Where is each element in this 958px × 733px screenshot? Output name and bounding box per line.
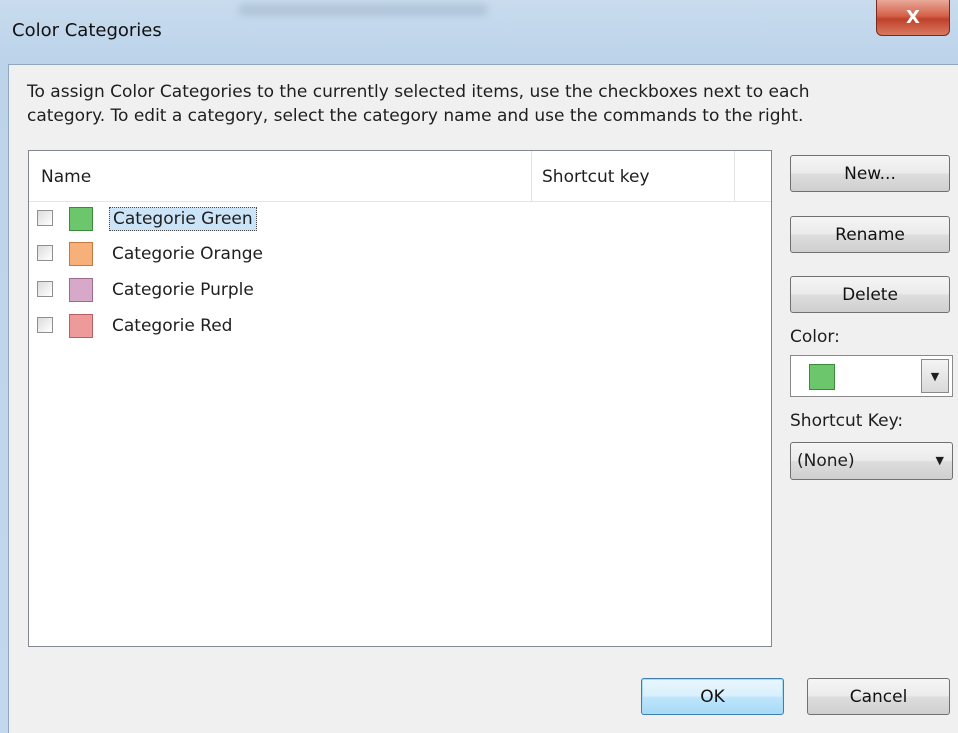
list-item[interactable]: Categorie Green <box>37 204 737 234</box>
color-swatch <box>69 278 93 302</box>
category-name[interactable]: Categorie Green <box>109 207 257 231</box>
list-item[interactable]: Categorie Red <box>37 311 737 341</box>
color-swatch <box>69 207 93 231</box>
color-dropdown-button[interactable]: ▼ <box>921 359 949 393</box>
shortcut-key-value: (None) <box>797 451 855 471</box>
list-header: Name Shortcut key <box>29 151 771 202</box>
instructions-line-1: To assign Color Categories to the curren… <box>27 82 810 102</box>
color-picker[interactable]: ▼ <box>790 355 953 397</box>
chevron-down-icon: ▼ <box>930 369 940 383</box>
cancel-button[interactable]: Cancel <box>807 678 950 715</box>
dialog-body: To assign Color Categories to the curren… <box>8 64 958 733</box>
category-name[interactable]: Categorie Orange <box>109 242 266 266</box>
category-checkbox[interactable] <box>37 281 53 297</box>
shortcut-key-select[interactable]: (None) ▼ <box>790 442 953 480</box>
color-label: Color: <box>790 327 840 347</box>
rename-button[interactable]: Rename <box>790 216 950 253</box>
category-checkbox[interactable] <box>37 210 53 226</box>
close-button[interactable]: X <box>876 0 950 36</box>
list-item[interactable]: Categorie Orange <box>37 239 737 269</box>
delete-button[interactable]: Delete <box>790 276 950 313</box>
column-header-shortcut-key[interactable]: Shortcut key <box>542 167 650 187</box>
close-icon: X <box>906 7 920 28</box>
category-name[interactable]: Categorie Red <box>109 314 235 338</box>
category-name[interactable]: Categorie Purple <box>109 278 257 302</box>
column-divider[interactable] <box>531 151 532 201</box>
list-item[interactable]: Categorie Purple <box>37 275 737 305</box>
color-categories-dialog: Color Categories X To assign Color Categ… <box>0 0 958 733</box>
category-checkbox[interactable] <box>37 245 53 261</box>
color-swatch <box>69 242 93 266</box>
dialog-title: Color Categories <box>12 20 162 41</box>
color-swatch <box>69 314 93 338</box>
new-button[interactable]: New... <box>790 155 950 192</box>
column-divider[interactable] <box>734 151 735 201</box>
title-bar: Color Categories X <box>0 0 958 64</box>
category-checkbox[interactable] <box>37 317 53 333</box>
instructions-text: To assign Color Categories to the curren… <box>27 80 927 128</box>
ok-button[interactable]: OK <box>641 678 784 715</box>
column-header-name[interactable]: Name <box>41 167 91 187</box>
shortcut-key-label: Shortcut Key: <box>790 411 904 431</box>
instructions-line-2: category. To edit a category, select the… <box>27 106 804 126</box>
blurred-background-title <box>238 4 488 16</box>
selected-color-swatch <box>809 364 835 390</box>
category-list[interactable]: Name Shortcut key Categorie Green Catego… <box>28 150 772 647</box>
chevron-down-icon: ▼ <box>935 454 944 467</box>
